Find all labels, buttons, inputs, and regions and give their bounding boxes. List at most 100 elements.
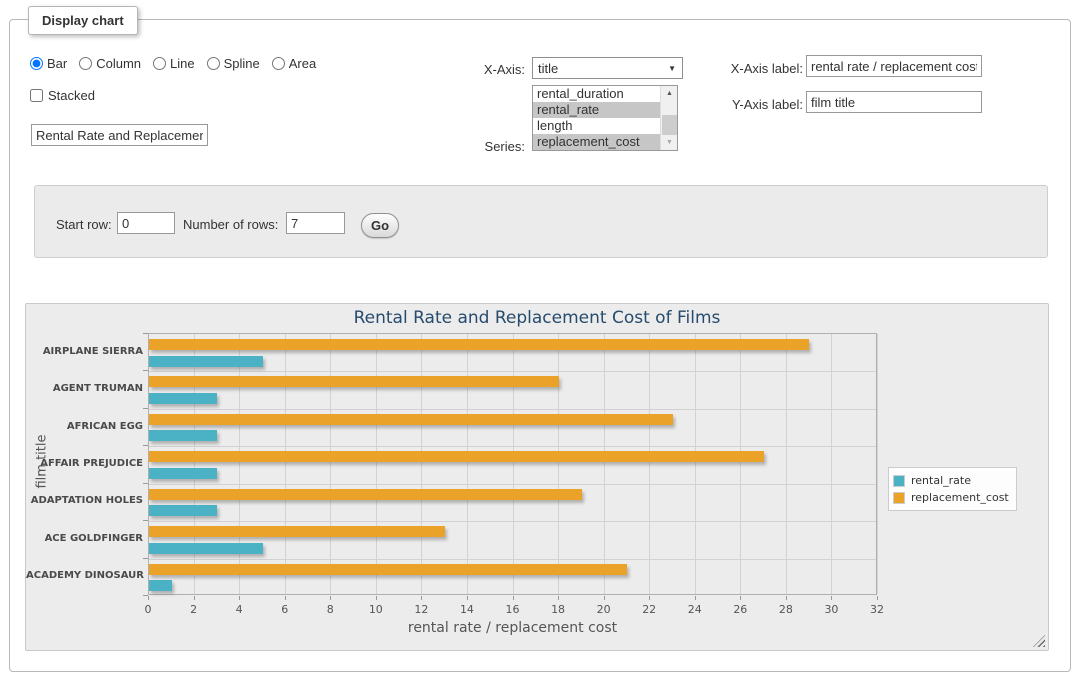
x-axis-selected-value: title [538,61,558,76]
y-tick [143,333,148,334]
stacked-checkbox-row[interactable]: Stacked [30,88,95,103]
y-tick [143,408,148,409]
x-tick-label: 24 [680,603,710,616]
bar-replacement_cost-3 [149,451,764,462]
scroll-down-icon[interactable]: ▼ [661,135,678,150]
x-tick [513,596,514,600]
x-tick-label: 22 [634,603,664,616]
gridline [467,334,468,594]
category-label: AFRICAN EGG [26,421,143,432]
gridline [149,484,876,485]
x-axis-select[interactable]: title ▼ [532,57,683,79]
y-axis-label-input[interactable] [806,91,982,113]
series-option-replacement_cost[interactable]: replacement_cost [533,134,660,150]
chart-plot-area [148,333,877,595]
bar-rental_rate-0 [149,356,263,367]
bar-rental_rate-6 [149,580,172,591]
x-axis-label-caption: X-Axis label: [723,61,803,76]
x-tick-label: 30 [816,603,846,616]
gridline [831,334,832,594]
x-tick-label: 14 [452,603,482,616]
gridline [695,334,696,594]
fieldset-legend: Display chart [28,6,138,35]
gridline [421,334,422,594]
legend-swatch [893,475,905,487]
x-tick-label: 18 [543,603,573,616]
radio-label: Line [170,56,195,71]
chart-type-radio-spline[interactable]: Spline [207,56,260,71]
series-listbox[interactable]: rental_durationrental_ratelengthreplacem… [532,85,678,151]
go-button[interactable]: Go [361,213,399,238]
stacked-label: Stacked [48,88,95,103]
x-tick [285,596,286,600]
category-label: AFFAIR PREJUDICE [26,458,143,469]
category-label: ACADEMY DINOSAUR [26,570,143,581]
scroll-up-icon[interactable]: ▲ [661,86,678,101]
x-tick [558,596,559,600]
stacked-checkbox[interactable] [30,89,43,102]
gridline [877,334,878,594]
gridline [558,334,559,594]
x-tick-label: 20 [589,603,619,616]
bar-rental_rate-5 [149,543,263,554]
gridline [285,334,286,594]
gridline [649,334,650,594]
gridline [376,334,377,594]
radio-input[interactable] [207,57,220,70]
bar-rental_rate-3 [149,468,217,479]
gridline [149,409,876,410]
x-tick-label: 28 [771,603,801,616]
x-axis-label-input[interactable] [806,55,982,77]
category-label: AGENT TRUMAN [26,383,143,394]
series-option-length[interactable]: length [533,118,660,134]
legend-swatch [893,492,905,504]
bar-replacement_cost-1 [149,376,559,387]
x-tick [194,596,195,600]
chart-type-radio-column[interactable]: Column [79,56,141,71]
chart-type-radio-line[interactable]: Line [153,56,195,71]
chart-title-input[interactable] [31,124,208,146]
radio-input[interactable] [79,57,92,70]
x-tick-label: 10 [361,603,391,616]
gridline [786,334,787,594]
legend-entry-rental_rate: rental_rate [893,472,1009,489]
x-tick [239,596,240,600]
legend-entry-replacement_cost: replacement_cost [893,489,1009,506]
legend-label: rental_rate [911,474,971,487]
radio-input[interactable] [272,57,285,70]
x-tick-label: 2 [179,603,209,616]
chart-type-radio-area[interactable]: Area [272,56,316,71]
x-tick [604,596,605,600]
x-tick [740,596,741,600]
start-row-input[interactable] [117,212,175,234]
bar-replacement_cost-0 [149,339,809,350]
chart-type-radio-bar[interactable]: Bar [30,56,67,71]
y-tick [143,558,148,559]
x-axis-select-label: X-Axis: [440,62,525,77]
x-tick [695,596,696,600]
category-label: AIRPLANE SIERRA [26,346,143,357]
chart-legend: rental_rate replacement_cost [888,467,1017,511]
category-label: ACE GOLDFINGER [26,533,143,544]
radio-input[interactable] [30,57,43,70]
gridline [149,371,876,372]
series-scrollbar[interactable]: ▲ ▼ [660,86,677,150]
resize-handle-icon[interactable] [1033,635,1045,647]
radio-label: Bar [47,56,67,71]
series-list-label: Series: [440,139,525,154]
series-option-rental_duration[interactable]: rental_duration [533,86,660,102]
x-tick [786,596,787,600]
x-tick-label: 8 [315,603,345,616]
chart-panel: Rental Rate and Replacement Cost of Film… [25,303,1049,651]
radio-label: Area [289,56,316,71]
gridline [149,521,876,522]
number-of-rows-input[interactable] [286,212,345,234]
select-dropdown-arrow-icon: ▼ [668,64,676,73]
scrollbar-thumb[interactable] [662,115,677,136]
page: Display chart Bar Column Line Spline Area St… [0,0,1081,681]
x-tick [376,596,377,600]
radio-input[interactable] [153,57,166,70]
x-tick [831,596,832,600]
radio-label: Column [96,56,141,71]
series-option-rental_rate[interactable]: rental_rate [533,102,660,118]
